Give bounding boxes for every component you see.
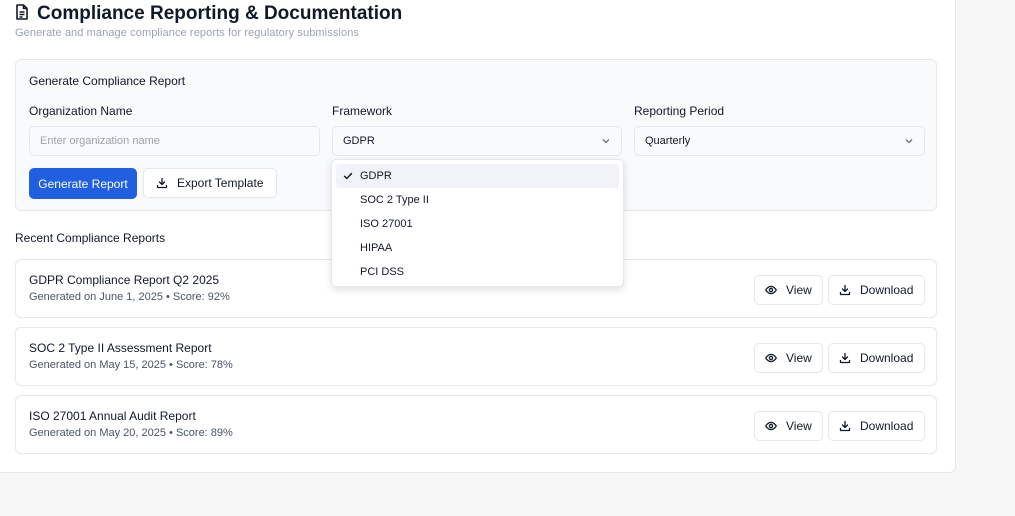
report-name: SOC 2 Type II Assessment Report — [29, 341, 212, 355]
framework-dropdown: GDPR SOC 2 Type II ISO 27001 HIPAA PCI D… — [331, 159, 624, 287]
chevron-down-icon — [905, 139, 913, 144]
framework-label: Framework — [332, 104, 393, 118]
document-icon — [15, 3, 29, 25]
option-label: GDPR — [360, 170, 392, 182]
org-name-input[interactable]: Enter organization name — [29, 126, 320, 156]
report-name: GDPR Compliance Report Q2 2025 — [29, 273, 220, 287]
report-card: SOC 2 Type II Assessment Report Generate… — [15, 327, 937, 386]
framework-option-gdpr[interactable]: GDPR — [336, 164, 619, 188]
download-icon — [839, 352, 851, 364]
reporting-period-label: Reporting Period — [634, 104, 725, 118]
generate-card-title: Generate Compliance Report — [29, 74, 186, 88]
page-header: Compliance Reporting & Documentation — [15, 3, 402, 25]
framework-option-pci-dss[interactable]: PCI DSS — [336, 260, 619, 284]
download-label: Download — [860, 351, 914, 365]
framework-select-value: GDPR — [343, 135, 375, 147]
view-button[interactable]: View — [754, 275, 823, 305]
download-icon — [839, 420, 851, 432]
reporting-period-select[interactable]: Quarterly — [634, 126, 925, 156]
report-card: ISO 27001 Annual Audit Report Generated … — [15, 395, 937, 454]
download-button[interactable]: Download — [828, 411, 925, 441]
option-label: HIPAA — [360, 242, 393, 254]
reporting-period-value: Quarterly — [645, 135, 691, 147]
download-icon — [156, 177, 168, 189]
page-title: Compliance Reporting & Documentation — [37, 3, 403, 24]
report-meta: Generated on May 15, 2025 • Score: 78% — [29, 359, 233, 371]
eye-icon — [765, 285, 777, 295]
report-meta: Generated on May 20, 2025 • Score: 89% — [29, 427, 233, 439]
download-label: Download — [860, 419, 914, 433]
chevron-down-icon — [602, 139, 610, 144]
view-button[interactable]: View — [754, 411, 823, 441]
report-meta: Generated on June 1, 2025 • Score: 92% — [29, 291, 230, 303]
org-name-label: Organization Name — [29, 104, 133, 118]
download-button[interactable]: Download — [828, 275, 925, 305]
report-name: ISO 27001 Annual Audit Report — [29, 409, 196, 423]
download-label: Download — [860, 283, 914, 297]
download-icon — [839, 284, 851, 296]
option-label: PCI DSS — [360, 266, 405, 278]
framework-option-hipaa[interactable]: HIPAA — [336, 236, 619, 260]
view-label: View — [786, 283, 812, 297]
recent-reports-title: Recent Compliance Reports — [15, 231, 166, 245]
export-template-label: Export Template — [177, 176, 264, 190]
export-template-button[interactable]: Export Template — [143, 168, 277, 198]
page-subtitle: Generate and manage compliance reports f… — [15, 27, 360, 39]
view-button[interactable]: View — [754, 343, 823, 373]
option-label: ISO 27001 — [360, 218, 413, 230]
view-label: View — [786, 419, 812, 433]
framework-select[interactable]: GDPR — [332, 126, 622, 156]
generate-report-button[interactable]: Generate Report — [29, 168, 137, 199]
framework-option-iso27001[interactable]: ISO 27001 — [336, 212, 619, 236]
option-label: SOC 2 Type II — [360, 194, 429, 206]
view-label: View — [786, 351, 812, 365]
eye-icon — [765, 353, 777, 363]
framework-option-soc2[interactable]: SOC 2 Type II — [336, 188, 619, 212]
download-button[interactable]: Download — [828, 343, 925, 373]
check-icon — [343, 172, 353, 180]
eye-icon — [765, 421, 777, 431]
